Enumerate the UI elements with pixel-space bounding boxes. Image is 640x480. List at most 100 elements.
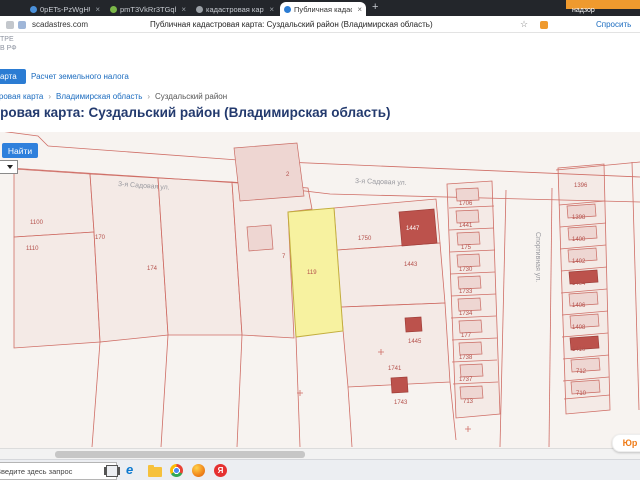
building-shape	[455, 209, 480, 224]
find-button[interactable]: Найти	[2, 143, 38, 158]
tax-calc-link[interactable]: Расчет земельного налога	[31, 72, 129, 81]
page-content: ТРЕ В РФ Карта Расчет земельного налога …	[0, 33, 640, 448]
yandex-browser-icon[interactable]: Я	[214, 464, 227, 477]
extension-icon-orange[interactable]	[540, 21, 548, 29]
file-explorer-icon[interactable]	[148, 465, 162, 477]
tab-close-icon[interactable]: ×	[95, 5, 100, 14]
tab-close-icon[interactable]: ×	[181, 5, 186, 14]
parcel-number-label: 1110	[26, 246, 39, 252]
building-shape	[404, 316, 423, 333]
boundary-line	[347, 386, 353, 448]
boundary-line	[236, 334, 243, 448]
parcel-number-label: 1750	[358, 236, 372, 242]
breadcrumb-item-district: Суздальский район	[155, 92, 228, 101]
parcel-number-label: 1730	[459, 267, 473, 273]
background-window-title: надзор	[572, 7, 595, 14]
building-shape	[458, 319, 483, 334]
breadcrumb: Кадастровая карта › Владимирская область…	[0, 92, 227, 101]
parcel-number-label: 1737	[459, 377, 473, 383]
tab-title: кадастровая карта сузд	[206, 4, 264, 14]
browser-tab-active[interactable]: Публичная кадастров ×	[280, 2, 366, 16]
building-shape	[456, 253, 481, 268]
parcel-number-label: 1410	[572, 347, 586, 353]
url-text[interactable]: scadastres.com	[32, 20, 88, 29]
parcel-number-label: 1398	[572, 215, 586, 221]
parcel-shape[interactable]	[157, 177, 243, 336]
bookmark-star-icon[interactable]: ☆	[520, 19, 528, 30]
building-shape	[455, 187, 480, 202]
map-menu-button[interactable]: Карта	[0, 69, 26, 84]
browser-tab-2[interactable]: pmT3VkRr3TGqhNzoUc ×	[106, 2, 190, 16]
street-name-label: Спортивная ул.	[534, 232, 541, 282]
parcel-number-label: 1408	[572, 325, 586, 331]
browser-tab-3[interactable]: кадастровая карта сузд ×	[192, 2, 278, 16]
parcel-shape[interactable]	[340, 302, 451, 388]
browser-tab-1[interactable]: 0pETs-PzWgHUlEfVlaUc ×	[26, 2, 104, 16]
building-shape	[457, 275, 482, 290]
parcel-number-label: 713	[463, 399, 474, 405]
parcel-shape[interactable]	[336, 242, 446, 308]
boundary-line	[91, 341, 101, 448]
firefox-browser-icon[interactable]	[192, 464, 205, 477]
page-title: Кадастровая карта: Суздальский район (Вл…	[0, 105, 391, 120]
building-shape	[459, 363, 484, 378]
parcel-number-label: 710	[576, 391, 587, 397]
task-view-icon[interactable]	[106, 465, 118, 477]
parcel-number-label: 1400	[572, 237, 586, 243]
tab-favicon	[30, 5, 37, 13]
site-logo-text: ТРЕ	[0, 36, 14, 43]
parcel-shape[interactable]	[13, 168, 95, 238]
boundary-line	[295, 336, 301, 448]
cadastral-map[interactable]: 3-я Садовая ул. 3-я Садовая ул.Спортивная…	[0, 132, 640, 448]
parcel-number-label: 1404	[572, 281, 586, 287]
extension-icon[interactable]	[6, 21, 14, 29]
tab-favicon	[284, 5, 291, 13]
street-name-label: 3-я Садовая ул.	[355, 178, 407, 187]
breadcrumb-item-map[interactable]: Кадастровая карта	[0, 92, 43, 101]
breadcrumb-item-region[interactable]: Владимирская область	[56, 92, 142, 101]
new-tab-icon[interactable]: +	[372, 1, 378, 13]
boundary-line	[47, 145, 640, 178]
edge-browser-icon[interactable]: e	[126, 462, 133, 477]
scrollbar-thumb[interactable]	[55, 451, 305, 458]
parcel-number-label: 1706	[459, 201, 473, 207]
tab-title: 0pETs-PzWgHUlEfVlaUc	[40, 4, 90, 14]
parcel-number-label: 170	[95, 235, 106, 241]
parcel-number-label: 1734	[459, 311, 473, 317]
search-type-select[interactable]	[0, 160, 18, 174]
ask-link[interactable]: Спросить	[596, 20, 631, 29]
building-shape	[233, 142, 305, 202]
parcel-number-label: 1447	[406, 226, 420, 232]
extension-icon[interactable]	[18, 21, 26, 29]
parcel-number-label: 1402	[572, 259, 586, 265]
boundary-line	[548, 187, 553, 448]
building-shape	[390, 376, 409, 394]
parcel-number-label: 177	[461, 333, 472, 339]
parcel-number-label: 1733	[459, 289, 473, 295]
parcel-shape[interactable]	[89, 173, 169, 343]
address-bar-page-title: Публичная кадастровая карта: Суздальский…	[150, 20, 433, 29]
parcel-number-label: 119	[307, 270, 317, 276]
tab-close-icon[interactable]: ×	[269, 5, 274, 14]
chrome-browser-icon[interactable]	[170, 464, 183, 477]
taskbar-search-input[interactable]	[0, 462, 117, 480]
site-logo-text: В РФ	[0, 45, 17, 52]
parcel-number-label: 1396	[574, 183, 588, 189]
tab-favicon	[110, 5, 117, 13]
survey-mark	[465, 426, 471, 432]
building-shape	[459, 385, 484, 400]
chat-widget-button[interactable]: Юр	[612, 434, 640, 452]
horizontal-scrollbar[interactable]	[0, 448, 640, 459]
parcel-number-label: 1443	[404, 262, 418, 268]
tab-title: pmT3VkRr3TGqhNzoUc	[120, 4, 176, 14]
address-bar[interactable]: scadastres.com Публичная кадастровая кар…	[0, 16, 640, 33]
boundary-line	[160, 334, 169, 448]
boundary-line	[631, 161, 640, 411]
parcel-number-label: 1441	[459, 223, 473, 229]
boundary-line	[499, 189, 507, 448]
breadcrumb-separator: ›	[48, 92, 52, 101]
tab-title: Публичная кадастров	[294, 4, 353, 14]
tab-close-icon[interactable]: ×	[357, 5, 362, 14]
parcel-number-label: 1100	[30, 220, 44, 226]
tab-favicon	[196, 5, 203, 13]
